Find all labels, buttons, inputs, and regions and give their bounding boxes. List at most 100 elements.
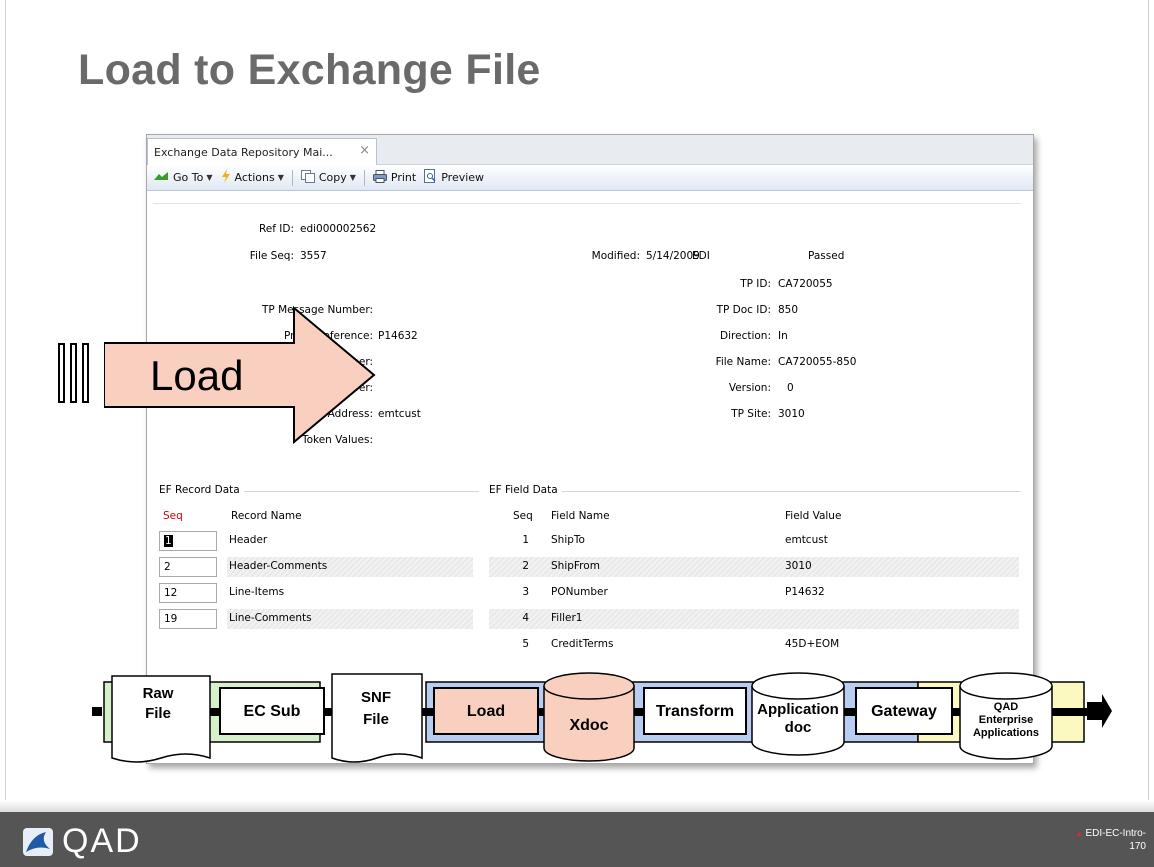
reference-value: P14632 [378, 330, 418, 342]
field-value-header[interactable]: Field Value [785, 510, 841, 522]
tp-id-value: CA720055 [778, 278, 833, 290]
field-seq: 2 [522, 560, 529, 572]
connector [538, 708, 544, 716]
transform-label: Transform [656, 703, 734, 720]
snf-file-node: SNF File [331, 673, 423, 763]
qad-logo-icon [23, 827, 53, 856]
qad-logo-text: QAD [62, 822, 142, 860]
field-row[interactable]: 1 ShipTo emtcust [489, 531, 1019, 551]
field-row[interactable]: 3 PONumber P14632 [489, 583, 1019, 603]
connector [422, 708, 434, 716]
direction-value: In [778, 330, 788, 342]
edi-status-value: Passed [808, 250, 845, 262]
qad-label-2: Enterprise [979, 714, 1033, 726]
record-name-cell[interactable]: Header [227, 531, 473, 551]
field-name: Filler1 [551, 612, 583, 624]
ef-field-section-label: EF Field Data [489, 484, 562, 496]
slide-id: ▲ EDI-EC-Intro- 170 [1076, 828, 1146, 853]
ref-id-label: Ref ID: [258, 223, 294, 235]
field-name: CreditTerms [551, 638, 614, 650]
connector [324, 708, 332, 716]
close-icon[interactable]: × [359, 143, 370, 158]
address-value: emtcust [378, 408, 421, 420]
tab-exchange-data-repository[interactable]: Exchange Data Repository Mai... × [147, 138, 377, 165]
ef-record-section-label: EF Record Data [159, 484, 244, 496]
record-name-header[interactable]: Record Name [231, 510, 302, 522]
copy-label: Copy [318, 171, 347, 184]
field-name: ShipFrom [551, 560, 600, 572]
triangle-icon: ▲ [1075, 831, 1083, 838]
record-name-cell[interactable]: Header-Comments [227, 557, 473, 577]
record-seq-header[interactable]: Seq [163, 510, 183, 522]
direction-label: Direction: [720, 330, 771, 342]
flow-start-connector [92, 707, 102, 716]
print-label: Print [390, 171, 417, 184]
field-row[interactable]: 2 ShipFrom 3010 [489, 557, 1019, 577]
qad-enterprise-applications-node: QAD Enterprise Applications [959, 672, 1053, 760]
section-divider [489, 491, 1021, 492]
application-doc-node: Application doc [751, 672, 845, 756]
tp-site-value: 3010 [778, 408, 805, 420]
connector [1052, 708, 1087, 716]
print-button[interactable]: Print [372, 169, 417, 186]
connector [634, 708, 644, 716]
field-seq-header[interactable]: Seq [513, 510, 533, 522]
application-doc-label-1: Application [757, 701, 839, 718]
ref-id-value: edi000002562 [300, 223, 377, 235]
divider [153, 203, 1021, 204]
load-bar [70, 343, 77, 403]
ec-sub-node: EC Sub [219, 687, 325, 735]
version-label: Version: [728, 382, 771, 394]
load-bar [82, 343, 89, 403]
load-node: Load [433, 687, 539, 735]
field-value: P14632 [785, 586, 825, 598]
version-value: 0 [787, 382, 794, 394]
edi-label: EDI [692, 250, 710, 262]
chevron-down-icon: ▼ [277, 173, 284, 182]
tp-site-label: TP Site: [731, 408, 771, 420]
preview-button[interactable]: Preview [424, 169, 484, 186]
snf-file-label-2: File [363, 711, 389, 728]
connector [210, 708, 220, 716]
copy-button[interactable]: Copy ▼ [300, 169, 356, 186]
tab-label: Exchange Data Repository Mai... [154, 146, 333, 159]
gateway-label: Gateway [871, 703, 937, 720]
goto-label: Go To [173, 171, 204, 184]
record-seq-cell[interactable]: 19 [159, 609, 217, 629]
file-name-label: File Name: [715, 356, 771, 368]
field-seq: 4 [522, 612, 529, 624]
record-seq-value: 1 [164, 535, 173, 547]
tab-bar: Exchange Data Repository Mai... × [147, 135, 1033, 165]
load-arrow-label: Load [150, 352, 244, 399]
connector [844, 708, 856, 716]
field-row[interactable]: 4 Filler1 [489, 609, 1019, 629]
modified-label: Modified: [591, 250, 640, 262]
record-name-cell[interactable]: Line-Comments [227, 609, 473, 629]
xdoc-node: Xdoc [543, 672, 635, 762]
actions-button[interactable]: Actions ▼ [221, 169, 284, 186]
flow-end-arrow [1087, 694, 1112, 728]
footer-bar [0, 812, 1154, 867]
tp-doc-id-value: 850 [778, 304, 799, 316]
field-seq: 5 [522, 638, 529, 650]
xdoc-label: Xdoc [569, 717, 608, 734]
copy-icon [300, 169, 315, 186]
file-seq-label: File Seq: [249, 250, 294, 262]
raw-file-node: Raw File [111, 675, 211, 763]
print-icon [372, 169, 387, 186]
record-name-cell[interactable]: Line-Items [227, 583, 473, 603]
field-name-header[interactable]: Field Name [551, 510, 610, 522]
transform-node: Transform [643, 687, 747, 735]
record-seq-cell[interactable]: 2 [159, 557, 217, 577]
slide-title: Load to Exchange File [78, 46, 541, 94]
gateway-node: Gateway [855, 687, 953, 735]
field-row[interactable]: 5 CreditTerms 45D+EOM [489, 635, 1019, 655]
application-doc-label-2: doc [785, 719, 812, 736]
record-seq-cell[interactable]: 12 [159, 583, 217, 603]
connector [952, 708, 960, 716]
goto-button[interactable]: Go To ▼ [153, 170, 213, 185]
record-seq-cell[interactable]: 1 [159, 531, 217, 551]
slide-id-line-1: EDI-EC-Intro- [1085, 828, 1146, 839]
field-value: emtcust [785, 534, 828, 546]
field-value: 45D+EOM [785, 638, 840, 650]
